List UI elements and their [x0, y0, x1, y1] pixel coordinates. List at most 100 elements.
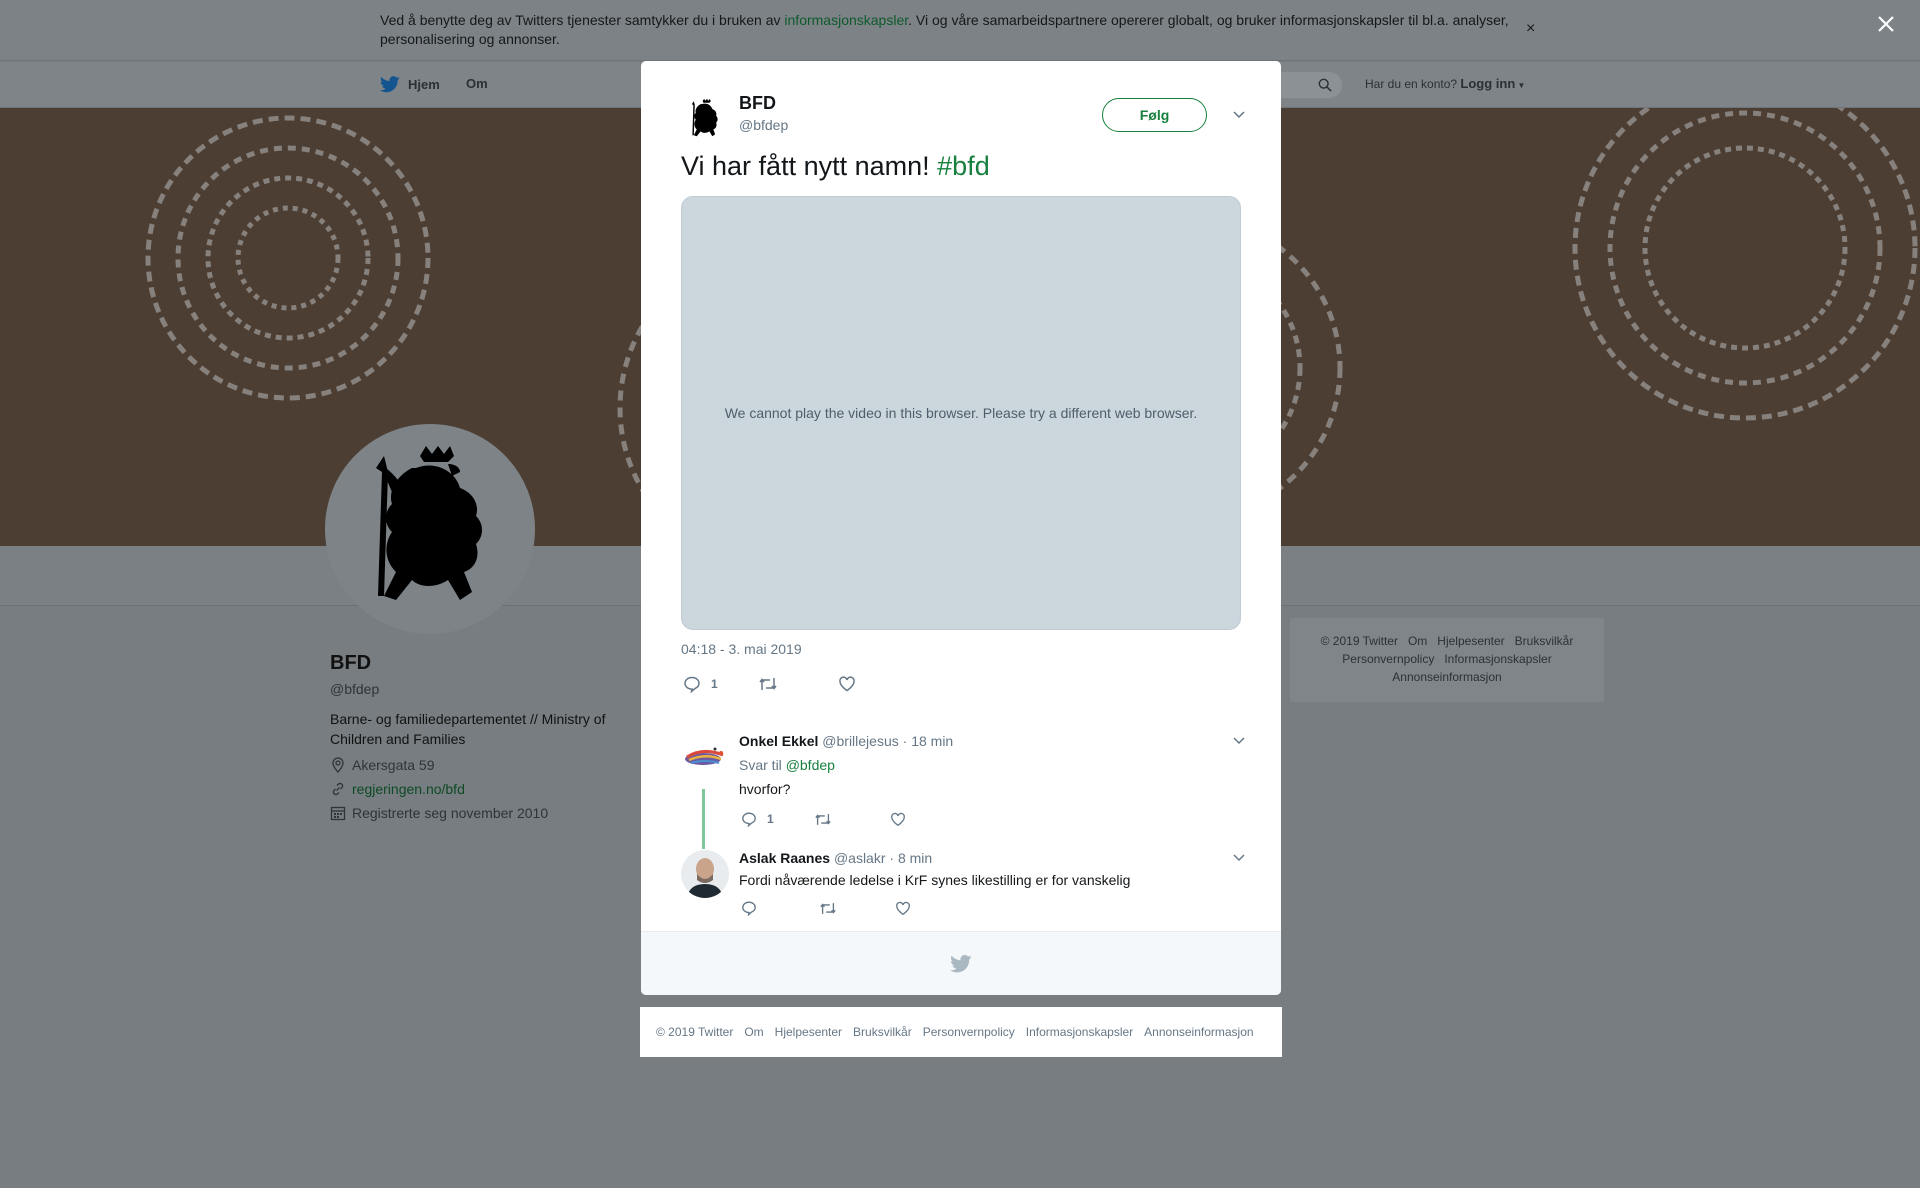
modal-footer	[641, 931, 1281, 995]
tweet-author-avatar[interactable]	[681, 95, 729, 143]
reply-button[interactable]: 1	[683, 675, 718, 693]
reply-author-avatar[interactable]	[681, 850, 729, 898]
bottom-footer: © 2019 Twitter Om Hjelpesenter Bruksvilk…	[640, 1007, 1282, 1057]
reply-author-name[interactable]: Onkel Ekkel	[739, 733, 818, 749]
cookie-banner-text: Ved å benytte deg av Twitters tjenester …	[380, 12, 1509, 47]
reply-options-button[interactable]	[1231, 733, 1247, 749]
reply-button[interactable]	[741, 900, 757, 916]
norway-lion-coat-of-arms-icon	[691, 98, 718, 137]
retweet-button[interactable]	[814, 812, 832, 827]
chevron-down-icon	[1233, 111, 1245, 119]
reply-icon	[742, 901, 756, 916]
cookie-banner-close-button[interactable]: ×	[1526, 20, 1535, 38]
reply-text: hvorfor?	[739, 781, 791, 797]
retweet-icon	[759, 678, 777, 690]
tweet-permalink-modal: BFD @bfdep Følg Vi har fått nytt namn! #…	[641, 61, 1281, 995]
chevron-down-icon	[1233, 854, 1245, 862]
reply-time[interactable]: · 8 min	[889, 850, 932, 866]
profile-name[interactable]: BFD	[330, 652, 630, 675]
like-button[interactable]	[895, 901, 911, 916]
retweet-icon	[820, 902, 836, 914]
profile-bio: Barne- og familiedepartementet // Minist…	[330, 711, 606, 747]
login-area: Har du en konto? Logg inn ▼	[1365, 76, 1526, 91]
reply-author-avatar[interactable]	[681, 733, 729, 781]
reply-header: Aslak Raanes @aslakr · 8 min	[739, 850, 932, 866]
thread-connector-line	[702, 789, 705, 849]
side-footer: © 2019 Twitter Om Hjelpesenter Bruksvilkår …	[1290, 618, 1604, 702]
rainbow-bird-avatar-icon	[681, 733, 729, 781]
footer-link-ads-info[interactable]: Annonseinformasjon	[1392, 670, 1501, 684]
profile-location: Akersgata 59	[330, 757, 630, 773]
footer-link-privacy[interactable]: Personvernpolicy	[1342, 652, 1434, 666]
reply-to-link[interactable]: @bfdep	[786, 757, 835, 773]
tweet-timestamp[interactable]: 04:18 - 3. mai 2019	[681, 641, 802, 657]
hashtag-link[interactable]: #bfd	[937, 151, 990, 181]
video-player[interactable]: We cannot play the video in this browser…	[681, 196, 1241, 630]
reply-header: Onkel Ekkel @brillejesus · 18 min	[739, 733, 953, 749]
twitter-bird-icon	[380, 76, 400, 93]
footer-copyright: © 2019 Twitter	[656, 1025, 734, 1039]
reply-time[interactable]: · 18 min	[903, 733, 954, 749]
cookie-policy-link[interactable]: informasjonskapsler	[784, 12, 908, 28]
retweet-button[interactable]	[819, 901, 837, 916]
footer-link-help[interactable]: Hjelpesenter	[775, 1025, 842, 1039]
nav-about-link[interactable]: Om	[466, 76, 488, 91]
footer-link-cookies[interactable]: Informasjonskapsler	[1444, 652, 1551, 666]
footer-link-about[interactable]: Om	[1408, 634, 1427, 648]
heart-icon	[890, 812, 905, 826]
twitter-bird-icon	[950, 954, 972, 972]
cookie-banner: Ved å benytte deg av Twitters tjenester …	[0, 0, 1920, 61]
profile-joined: Registrerte seg november 2010	[330, 805, 630, 821]
footer-link-help[interactable]: Hjelpesenter	[1437, 634, 1504, 648]
chevron-down-icon	[1233, 737, 1245, 745]
footer-link-terms[interactable]: Bruksvilkår	[1515, 634, 1574, 648]
like-button[interactable]	[838, 676, 856, 692]
location-pin-icon	[332, 757, 344, 773]
profile-website: regjeringen.no/bfd	[330, 781, 630, 797]
footer-link-cookies[interactable]: Informasjonskapsler	[1026, 1025, 1133, 1039]
tweet-actions: 1	[683, 675, 856, 693]
reply-actions	[741, 900, 911, 916]
nav-home-link[interactable]: Hjem	[380, 76, 440, 93]
tweet-options-button[interactable]	[1231, 107, 1247, 123]
profile-handle[interactable]: @bfdep	[330, 681, 630, 697]
tweet-author-name[interactable]: BFD	[739, 93, 776, 114]
reply-to-line: Svar til @bfdep	[739, 757, 835, 773]
search-icon	[1318, 78, 1332, 92]
footer-link-about[interactable]: Om	[744, 1025, 763, 1039]
person-photo-avatar-icon	[681, 850, 729, 898]
reply-icon	[742, 812, 756, 827]
reply-icon	[684, 676, 700, 693]
like-button[interactable]	[890, 812, 906, 827]
reply-text: Fordi nåværende ledelse i KrF synes like…	[739, 872, 1131, 888]
reply-tweet: Aslak Raanes @aslakr · 8 min Fordi nåvær…	[681, 850, 1251, 930]
retweet-button[interactable]	[758, 676, 778, 692]
reply-count: 1	[767, 812, 774, 826]
reply-button[interactable]: 1	[741, 811, 774, 827]
profile-card: BFD @bfdep Barne- og familiedepartemente…	[330, 652, 630, 821]
norway-lion-coat-of-arms-icon	[376, 446, 482, 600]
heart-icon	[838, 676, 855, 692]
retweet-icon	[814, 813, 831, 825]
footer-link-ads-info[interactable]: Annonseinformasjon	[1144, 1025, 1253, 1039]
reply-tweet: Onkel Ekkel @brillejesus · 18 min Svar t…	[681, 733, 1251, 827]
footer-link-privacy[interactable]: Personvernpolicy	[923, 1025, 1015, 1039]
login-dropdown[interactable]: Logg inn	[1460, 76, 1515, 91]
follow-button[interactable]: Følg	[1102, 98, 1207, 132]
close-icon	[1878, 16, 1894, 32]
tweet-author-handle[interactable]: @bfdep	[739, 117, 788, 133]
footer-copyright: © 2019 Twitter	[1320, 634, 1398, 648]
tweet-text: Vi har fått nytt namn! #bfd	[681, 151, 990, 181]
footer-link-terms[interactable]: Bruksvilkår	[853, 1025, 912, 1039]
reply-author-handle[interactable]: @brillejesus	[822, 733, 898, 749]
reply-actions: 1	[741, 811, 906, 827]
video-error-message: We cannot play the video in this browser…	[724, 405, 1198, 421]
link-icon	[332, 782, 344, 796]
reply-author-name[interactable]: Aslak Raanes	[739, 850, 830, 866]
profile-website-link[interactable]: regjeringen.no/bfd	[352, 781, 465, 797]
profile-avatar[interactable]	[325, 424, 535, 634]
reply-options-button[interactable]	[1231, 850, 1247, 866]
close-modal-button[interactable]	[1874, 12, 1898, 36]
calendar-icon	[330, 806, 346, 821]
reply-author-handle[interactable]: @aslakr	[834, 850, 886, 866]
